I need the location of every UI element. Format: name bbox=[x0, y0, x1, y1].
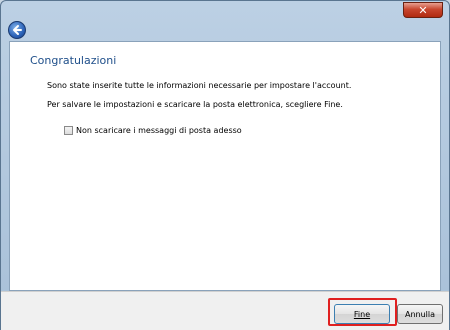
close-button[interactable]: ✕ bbox=[403, 2, 443, 18]
wizard-content: Congratulazioni Sono state inserite tutt… bbox=[9, 41, 441, 291]
info-text-1: Sono state inserite tutte le informazion… bbox=[47, 81, 352, 90]
page-title: Congratulazioni bbox=[30, 54, 117, 67]
no-download-label: Non scaricare i messaggi di posta adesso bbox=[76, 126, 242, 135]
back-arrow-icon bbox=[13, 25, 22, 35]
cancel-button[interactable]: Annulla bbox=[397, 304, 443, 324]
no-download-option[interactable]: Non scaricare i messaggi di posta adesso bbox=[64, 126, 242, 135]
wizard-window: ✕ Congratulazioni Sono state inserite tu… bbox=[0, 0, 450, 330]
cancel-button-label: Annulla bbox=[404, 309, 436, 319]
info-text-2: Per salvare le impostazioni e scaricare … bbox=[47, 100, 343, 109]
no-download-checkbox[interactable] bbox=[64, 126, 73, 135]
close-icon: ✕ bbox=[418, 3, 428, 17]
back-button[interactable] bbox=[8, 21, 26, 39]
highlight-box bbox=[328, 298, 397, 326]
title-bar: ✕ bbox=[1, 1, 449, 41]
